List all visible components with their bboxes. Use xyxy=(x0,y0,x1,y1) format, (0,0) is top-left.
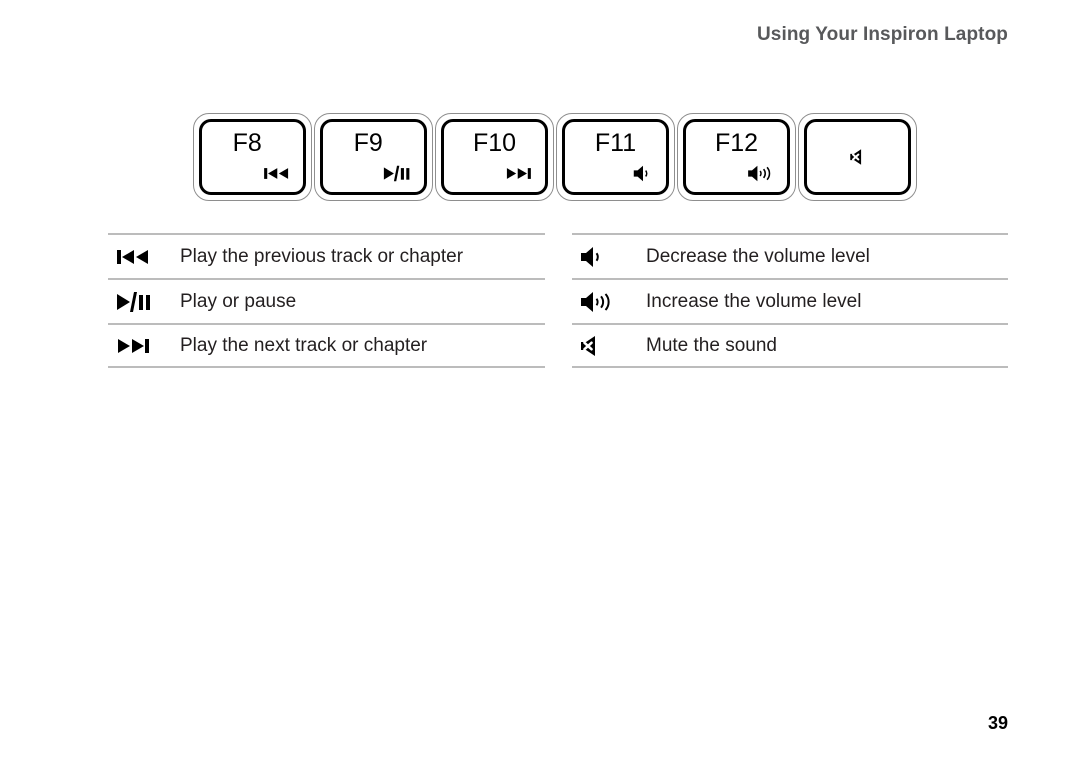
keycap-f10[interactable]: F10 xyxy=(435,113,554,201)
keycap-face xyxy=(804,119,911,195)
keycap-label: F10 xyxy=(472,129,517,157)
legend-description: Mute the sound xyxy=(646,334,777,356)
previous-track-icon xyxy=(108,246,180,268)
keycap-label: F11 xyxy=(594,129,637,157)
legend-row: Play the next track or chapter xyxy=(108,323,545,368)
legend-row: Decrease the volume level xyxy=(572,233,1008,278)
mute-icon xyxy=(849,149,866,166)
legend-description: Play the next track or chapter xyxy=(180,334,428,356)
volume-down-icon xyxy=(572,246,646,268)
keycap-label: F12 xyxy=(714,129,759,157)
legend-row: Increase the volume level xyxy=(572,278,1008,323)
volume-up-icon xyxy=(572,291,646,313)
keycap-face: F10 xyxy=(441,119,548,195)
legend-row: Mute the sound xyxy=(572,323,1008,368)
legend-description: Play or pause xyxy=(180,290,297,312)
keycap-f8[interactable]: F8 xyxy=(193,113,312,201)
page-number: 39 xyxy=(987,713,1008,733)
legend-description: Increase the volume level xyxy=(646,290,862,312)
function-key-row: F8 F9 F10 F11 F12 xyxy=(193,113,917,201)
keycap-face: F11 xyxy=(562,119,669,195)
previous-track-icon xyxy=(263,165,290,182)
keycap-face: F9 xyxy=(320,119,427,195)
keycap-label: F9 xyxy=(353,129,383,157)
volume-key-legend-table: Decrease the volume level Increase the v… xyxy=(572,233,1008,368)
keycap-f11[interactable]: F11 xyxy=(556,113,675,201)
play-pause-icon xyxy=(108,291,180,313)
legend-description: Play the previous track or chapter xyxy=(180,245,464,267)
legend-row: Play the previous track or chapter xyxy=(108,233,545,278)
next-track-icon xyxy=(108,335,180,357)
legend-row: Play or pause xyxy=(108,278,545,323)
page-title: Using Your Inspiron Laptop xyxy=(756,24,1008,45)
keycap-f12[interactable]: F12 xyxy=(677,113,796,201)
next-track-icon xyxy=(505,165,532,182)
legend-description: Decrease the volume level xyxy=(646,245,870,267)
keycap-face: F8 xyxy=(199,119,306,195)
mute-icon xyxy=(572,335,646,357)
play-pause-icon xyxy=(383,165,411,182)
keycap-mute[interactable] xyxy=(798,113,917,201)
volume-down-icon xyxy=(633,165,653,182)
media-key-legend-table: Play the previous track or chapter Play … xyxy=(108,233,545,368)
keycap-face: F12 xyxy=(683,119,790,195)
keycap-label: F8 xyxy=(232,129,262,157)
keycap-f9[interactable]: F9 xyxy=(314,113,433,201)
volume-up-icon xyxy=(747,165,774,182)
